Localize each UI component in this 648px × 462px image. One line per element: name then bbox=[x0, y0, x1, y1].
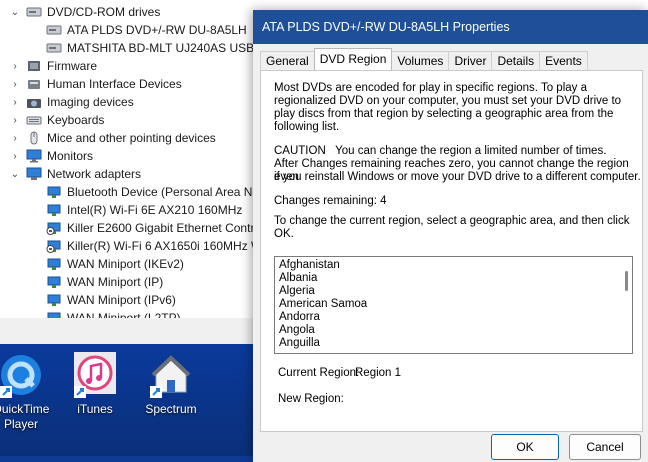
itunes-icon bbox=[72, 352, 118, 398]
tree-item-label: Monitors bbox=[47, 149, 94, 163]
network-adapter-icon bbox=[46, 293, 62, 307]
tree-item-label: Keyboards bbox=[47, 113, 105, 127]
current-region-label: Current Region: bbox=[278, 367, 360, 379]
tree-category-item[interactable]: ⌄ DVD/CD-ROM drives bbox=[10, 3, 161, 21]
tree-category-item[interactable]: › Human Interface Devices bbox=[10, 75, 182, 93]
intro-line-4: following list. bbox=[274, 121, 340, 133]
tree-item-label: Firmware bbox=[47, 59, 97, 73]
desktop-icon-spectrum[interactable]: Spectrum bbox=[136, 352, 206, 417]
tree-category-item[interactable]: › Mice and other pointing devices bbox=[10, 129, 216, 147]
tree-item-label: Human Interface Devices bbox=[47, 77, 182, 91]
dvd-drive-icon bbox=[46, 23, 62, 37]
tree-category-item[interactable]: › Monitors bbox=[10, 147, 93, 165]
intro-line-2: regionalized DVD on your computer, you m… bbox=[274, 95, 622, 107]
tree-item-label: WAN Miniport (IPv6) bbox=[67, 293, 176, 307]
properties-dialog: ATA PLDS DVD+/-RW DU-8A5LH Properties Ge… bbox=[253, 10, 648, 462]
intro-line-3: play discs from that region by selecting… bbox=[274, 108, 614, 120]
network-adapter-disabled-icon bbox=[46, 221, 62, 235]
tree-device-item[interactable]: WAN Miniport (IPv6) bbox=[30, 291, 176, 309]
tab-volumes[interactable]: Volumes bbox=[391, 51, 450, 70]
tree-item-label: DVD/CD-ROM drives bbox=[47, 5, 161, 19]
list-item[interactable]: American Samoa bbox=[279, 298, 367, 311]
instruction-text: To change the current region, select a g… bbox=[274, 215, 630, 240]
tree-device-item[interactable]: Killer E2600 Gigabit Ethernet Controller bbox=[30, 219, 277, 237]
firmware-icon bbox=[26, 59, 42, 73]
cancel-button[interactable]: Cancel bbox=[569, 434, 641, 460]
chevron-down-icon[interactable]: ⌄ bbox=[10, 169, 20, 180]
tree-category-item[interactable]: ⌄ Network adapters bbox=[10, 165, 141, 183]
changes-remaining: Changes remaining: 4 bbox=[274, 195, 387, 207]
tab-dvd-region[interactable]: DVD Region bbox=[313, 48, 393, 70]
dvd-region-panel: Most DVDs are encoded for play in specif… bbox=[260, 70, 643, 432]
tab-strip: General DVD Region Volumes Driver Detail… bbox=[260, 48, 588, 70]
tab-general[interactable]: General bbox=[260, 51, 315, 70]
desktop-icon-label: Spectrum bbox=[145, 402, 197, 416]
dvd-drive-icon bbox=[26, 5, 42, 19]
tree-category-item[interactable]: › Keyboards bbox=[10, 111, 104, 129]
network-adapter-icon bbox=[46, 275, 62, 289]
tree-category-item[interactable]: › Imaging devices bbox=[10, 93, 134, 111]
network-adapter-icon bbox=[46, 185, 62, 199]
tree-category-item[interactable]: › Firmware bbox=[10, 57, 97, 75]
tree-item-label: Intel(R) Wi-Fi 6E AX210 160MHz bbox=[67, 203, 243, 217]
desktop-icon-quicktime[interactable]: QuickTime Player bbox=[0, 352, 56, 432]
dvd-drive-icon bbox=[46, 41, 62, 55]
list-item[interactable]: Algeria bbox=[279, 285, 315, 298]
spectrum-icon bbox=[148, 352, 194, 398]
keyboard-icon bbox=[26, 113, 42, 127]
dialog-title-bar[interactable]: ATA PLDS DVD+/-RW DU-8A5LH Properties bbox=[253, 10, 648, 44]
desktop-icon-label: iTunes bbox=[77, 402, 113, 416]
tree-item-label: Imaging devices bbox=[47, 95, 134, 109]
tree-device-item[interactable]: Intel(R) Wi-Fi 6E AX210 160MHz bbox=[30, 201, 242, 219]
network-adapter-icon bbox=[46, 257, 62, 271]
ok-button[interactable]: OK bbox=[491, 434, 559, 460]
tree-device-item[interactable]: ATA PLDS DVD+/-RW DU-8A5LH bbox=[30, 21, 247, 39]
chevron-right-icon[interactable]: › bbox=[10, 79, 20, 90]
list-item[interactable]: Afghanistan bbox=[279, 259, 340, 272]
tree-device-item[interactable]: WAN Miniport (IP) bbox=[30, 273, 163, 291]
list-item[interactable]: Andorra bbox=[279, 311, 320, 324]
tab-events[interactable]: Events bbox=[539, 51, 588, 70]
intro-line-1: Most DVDs are encoded for play in specif… bbox=[274, 82, 587, 94]
caution-line-1: CAUTION You can change the region a limi… bbox=[274, 145, 607, 157]
network-adapter-disabled-icon bbox=[46, 239, 62, 253]
network-icon bbox=[26, 167, 42, 181]
tree-item-label: ATA PLDS DVD+/-RW DU-8A5LH bbox=[67, 23, 247, 37]
tree-item-label: Mice and other pointing devices bbox=[47, 131, 216, 145]
chevron-right-icon[interactable]: › bbox=[10, 97, 20, 108]
camera-icon bbox=[26, 95, 42, 109]
desktop-icon-label: QuickTime Player bbox=[0, 402, 50, 431]
network-adapter-icon bbox=[46, 203, 62, 217]
tree-item-label: Network adapters bbox=[47, 167, 142, 181]
tree-item-label: WAN Miniport (IKEv2) bbox=[67, 257, 184, 271]
chevron-right-icon[interactable]: › bbox=[10, 115, 20, 126]
caution-line-3: if you reinstall Windows or move your DV… bbox=[274, 171, 641, 183]
chevron-down-icon[interactable]: ⌄ bbox=[10, 7, 20, 18]
list-item[interactable]: Angola bbox=[279, 324, 315, 337]
chevron-right-icon[interactable]: › bbox=[10, 151, 20, 162]
chevron-right-icon[interactable]: › bbox=[10, 61, 20, 72]
listbox-scrollbar[interactable] bbox=[625, 271, 628, 291]
monitor-icon bbox=[26, 149, 42, 163]
region-listbox[interactable]: Afghanistan Albania Algeria American Sam… bbox=[274, 256, 633, 354]
tab-driver[interactable]: Driver bbox=[448, 51, 493, 70]
current-region-value: Region 1 bbox=[355, 367, 402, 379]
tree-device-item[interactable]: WAN Miniport (IKEv2) bbox=[30, 255, 184, 273]
list-item[interactable]: Albania bbox=[279, 272, 317, 285]
tree-item-label: WAN Miniport (IP) bbox=[67, 275, 164, 289]
quicktime-icon bbox=[0, 352, 44, 398]
dialog-title: ATA PLDS DVD+/-RW DU-8A5LH Properties bbox=[262, 20, 510, 34]
desktop-icon-itunes[interactable]: iTunes bbox=[60, 352, 130, 417]
tree-item-label: Killer E2600 Gigabit Ethernet Controller bbox=[67, 221, 278, 235]
chevron-right-icon[interactable]: › bbox=[10, 133, 20, 144]
new-region-label: New Region: bbox=[278, 393, 344, 405]
mouse-icon bbox=[26, 131, 42, 145]
list-item[interactable]: Anguilla bbox=[279, 337, 320, 350]
tab-details[interactable]: Details bbox=[491, 51, 541, 70]
hid-icon bbox=[26, 77, 42, 91]
